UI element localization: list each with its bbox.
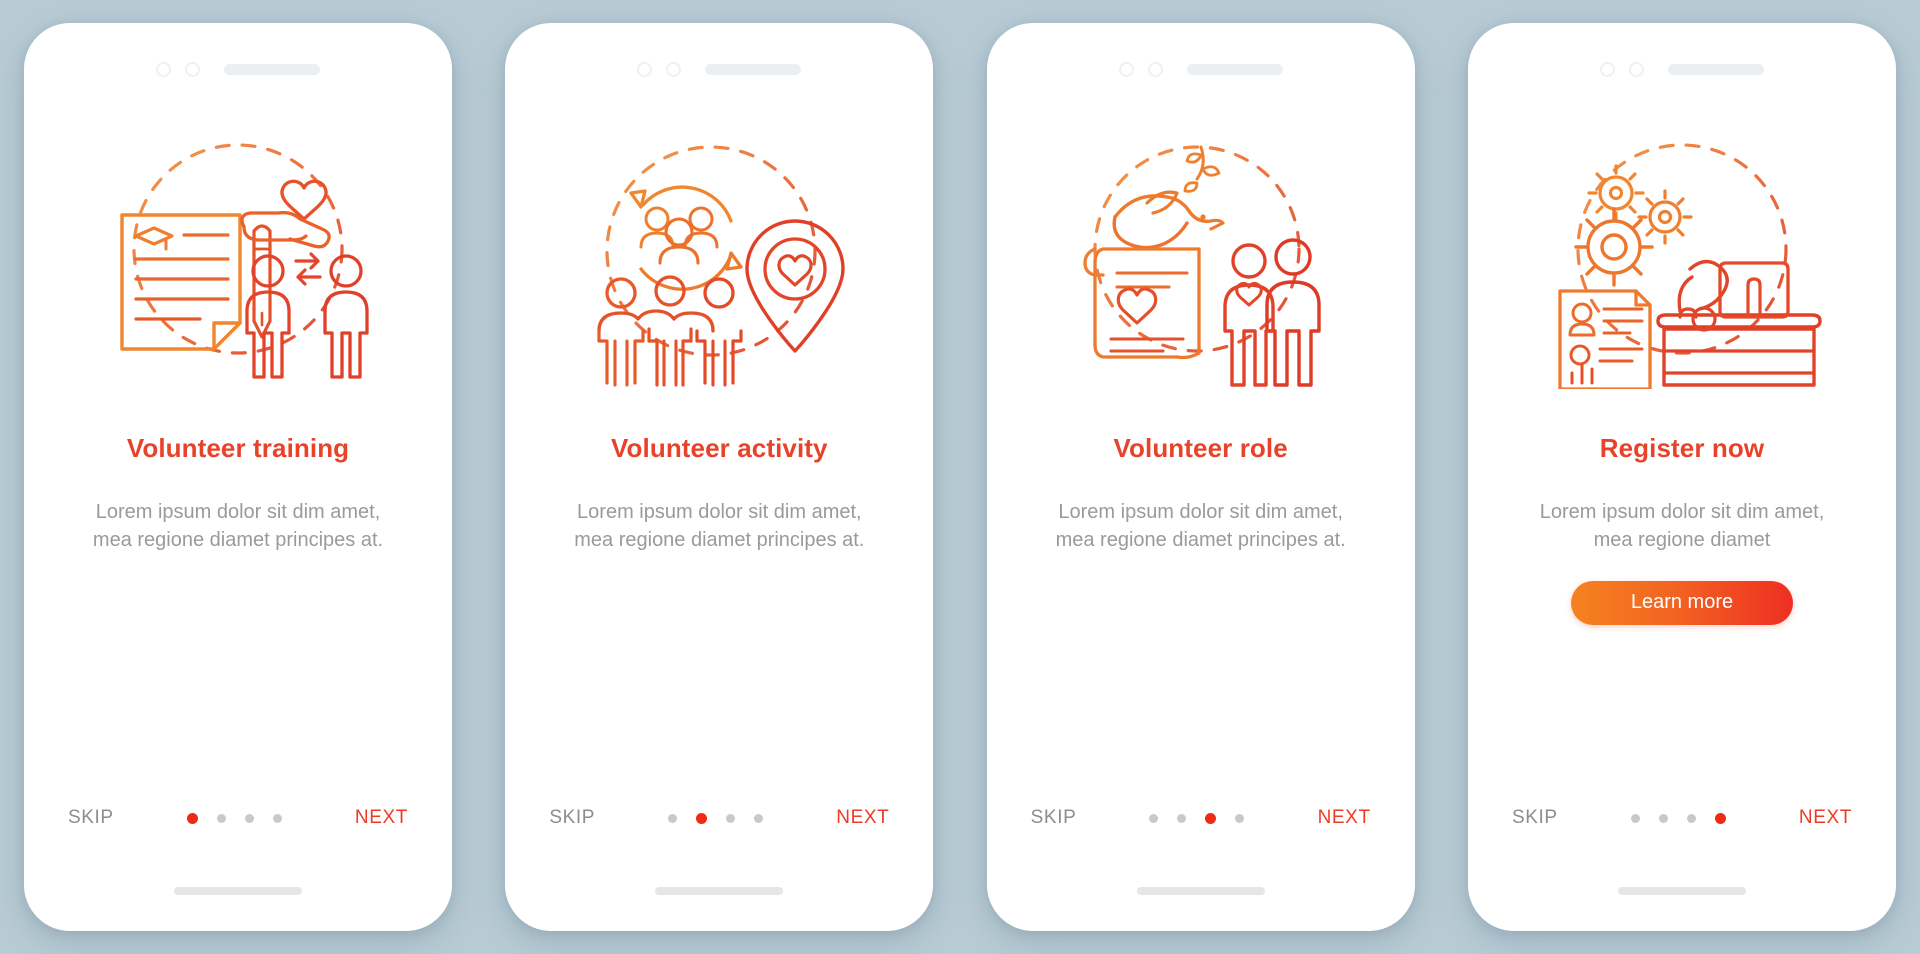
dot-2[interactable]: [216, 813, 226, 823]
camera-icon: [156, 61, 171, 77]
dot-2[interactable]: [1177, 813, 1187, 823]
phone-screen-3: Volunteer role Lorem ipsum dolor sit dim…: [986, 23, 1415, 931]
onboarding-screens-row: Volunteer training Lorem ipsum dolor sit…: [0, 0, 1920, 954]
phone-screen-1: Volunteer training Lorem ipsum dolor sit…: [24, 23, 452, 931]
screen-content-1: Volunteer training Lorem ipsum dolor sit…: [38, 37, 438, 917]
camera-icon: [637, 61, 653, 77]
nav-row-1: SKIP NEXT: [68, 807, 408, 829]
illustration-volunteer-training: [88, 127, 388, 389]
home-indicator-4[interactable]: [1617, 887, 1746, 895]
card-body-4: Lorem ipsum dolor sit dim amet, mea regi…: [1539, 501, 1825, 552]
card-title-2: Volunteer activity: [611, 433, 828, 463]
sensor-icon: [1628, 61, 1644, 77]
sensor-icon: [666, 61, 682, 77]
dot-4[interactable]: [272, 813, 282, 823]
pagination-dots-2: [668, 812, 764, 824]
pagination-dots-4: [1630, 812, 1726, 824]
nav-row-4: SKIP NEXT: [1512, 807, 1852, 829]
home-indicator-1[interactable]: [174, 887, 302, 895]
home-indicator-3[interactable]: [1136, 887, 1265, 895]
phone-screen-2: Volunteer activity Lorem ipsum dolor sit…: [505, 23, 934, 931]
home-indicator-2[interactable]: [655, 887, 784, 895]
next-button-4[interactable]: NEXT: [1799, 807, 1852, 829]
screen-content-4: Register now Lorem ipsum dolor sit dim a…: [1481, 37, 1882, 917]
nav-row-2: SKIP NEXT: [549, 807, 889, 829]
phone-notch-3: [1001, 37, 1401, 101]
dot-3[interactable]: [244, 813, 254, 823]
speaker-bar: [1186, 63, 1283, 75]
phone-notch-4: [1482, 37, 1882, 101]
dot-1[interactable]: [668, 813, 678, 823]
dot-4[interactable]: [1714, 812, 1726, 824]
dot-3[interactable]: [726, 813, 736, 823]
card-body-1: Lorem ipsum dolor sit dim amet, mea regi…: [92, 501, 384, 552]
illustration-volunteer-role: [1051, 127, 1351, 389]
skip-button-4[interactable]: SKIP: [1512, 807, 1558, 829]
speaker-bar: [224, 63, 320, 75]
card-title-3: Volunteer role: [1113, 433, 1288, 463]
screen-content-3: Volunteer role Lorem ipsum dolor sit dim…: [1000, 37, 1401, 917]
dot-4[interactable]: [754, 813, 764, 823]
skip-button-1[interactable]: SKIP: [68, 807, 114, 829]
card-title-1: Volunteer training: [126, 433, 350, 463]
camera-icon: [1599, 61, 1615, 77]
sensor-icon: [185, 61, 200, 77]
next-button-1[interactable]: NEXT: [355, 807, 408, 829]
card-body-2: Lorem ipsum dolor sit dim amet, mea regi…: [574, 501, 865, 552]
dot-3[interactable]: [1686, 813, 1696, 823]
dot-3[interactable]: [1205, 812, 1217, 824]
camera-icon: [1118, 61, 1134, 77]
next-button-3[interactable]: NEXT: [1318, 807, 1371, 829]
screen-content-2: Volunteer activity Lorem ipsum dolor sit…: [519, 37, 920, 917]
learn-more-button[interactable]: Learn more: [1570, 580, 1793, 625]
illustration-register-now: [1532, 127, 1832, 389]
speaker-bar: [1667, 63, 1764, 75]
skip-button-2[interactable]: SKIP: [549, 807, 595, 829]
pagination-dots-1: [186, 812, 282, 824]
illustration-volunteer-activity: [569, 127, 869, 389]
dot-1[interactable]: [1149, 813, 1159, 823]
dot-4[interactable]: [1235, 813, 1245, 823]
sensor-icon: [1147, 61, 1163, 77]
speaker-bar: [705, 63, 802, 75]
skip-button-3[interactable]: SKIP: [1031, 807, 1077, 829]
nav-row-3: SKIP NEXT: [1031, 807, 1371, 829]
next-button-2[interactable]: NEXT: [836, 807, 889, 829]
phone-notch-1: [38, 37, 438, 101]
card-title-4: Register now: [1599, 433, 1765, 463]
dot-2[interactable]: [696, 812, 708, 824]
dot-2[interactable]: [1658, 813, 1668, 823]
pagination-dots-3: [1149, 812, 1245, 824]
dot-1[interactable]: [186, 812, 198, 824]
phone-screen-4: Register now Lorem ipsum dolor sit dim a…: [1467, 23, 1896, 931]
dot-1[interactable]: [1630, 813, 1640, 823]
phone-notch-2: [519, 37, 919, 101]
card-body-3: Lorem ipsum dolor sit dim amet, mea regi…: [1055, 501, 1346, 552]
